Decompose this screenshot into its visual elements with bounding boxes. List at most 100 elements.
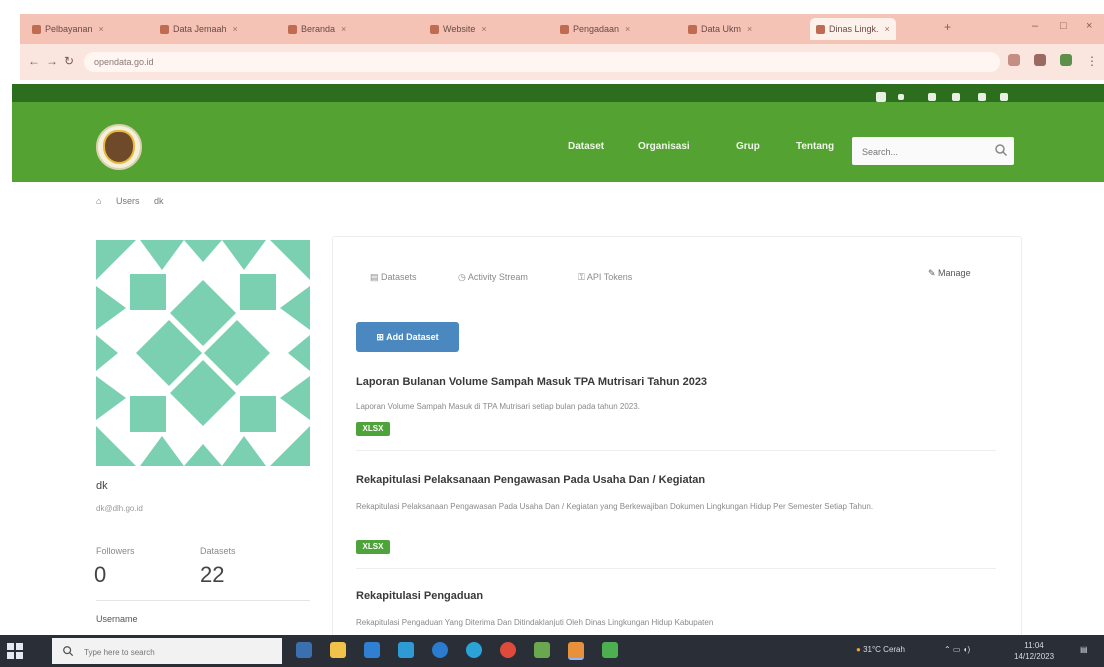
page-icon: [32, 25, 41, 35]
profile-icon[interactable]: [1060, 54, 1072, 66]
windows-start-icon[interactable]: [6, 642, 24, 660]
site-logo[interactable]: [96, 124, 142, 170]
dataset-title[interactable]: Rekapitulasi Pengaduan: [356, 590, 483, 602]
browser-tab[interactable]: Pengadaan ×: [560, 18, 630, 40]
key-icon: ⚿: [578, 272, 587, 282]
new-tab-icon[interactable]: +: [944, 20, 951, 34]
username-label: Username: [96, 614, 138, 624]
page-icon: [816, 25, 825, 35]
close-window-icon[interactable]: ×: [1086, 20, 1092, 32]
browser-tab[interactable]: Pelbayanan ×: [32, 18, 104, 40]
dropdown-icon[interactable]: [898, 94, 904, 100]
tab-activity-stream[interactable]: ◷ Activity Stream: [458, 272, 528, 283]
divider: [96, 600, 310, 601]
format-badge[interactable]: XLSX: [356, 540, 390, 554]
browser-tab[interactable]: Data Jemaah ×: [160, 18, 238, 40]
store-icon[interactable]: [398, 642, 414, 658]
close-icon[interactable]: ×: [99, 24, 104, 34]
browser-tab-bar: Pelbayanan × Data Jemaah × Beranda × Websit…: [20, 14, 1104, 44]
dataset-description: Rekapitulasi Pelaksanaan Pengawasan Pada…: [356, 502, 874, 511]
manage-button[interactable]: ✎ Manage: [928, 268, 971, 279]
twitter-icon[interactable]: [952, 93, 960, 101]
browser-tab[interactable]: Website ×: [430, 18, 487, 40]
close-icon[interactable]: ×: [481, 24, 486, 34]
profile-username: dk: [96, 480, 108, 492]
followers-label: Followers: [96, 546, 135, 556]
plus-icon: ⊞: [376, 332, 387, 342]
forward-icon[interactable]: →: [46, 54, 58, 68]
dataset-title[interactable]: Laporan Bulanan Volume Sampah Masuk TPA …: [356, 376, 707, 388]
chrome-icon[interactable]: [500, 642, 516, 658]
wrench-icon: ✎: [928, 268, 939, 278]
facebook-icon[interactable]: [928, 93, 936, 101]
breadcrumb: ⌂ Users dk: [96, 196, 176, 206]
back-icon[interactable]: ←: [28, 54, 40, 68]
address-bar-row: ← → ↻ opendata.go.id ⋮: [20, 44, 1104, 80]
breadcrumb-current: dk: [153, 196, 164, 206]
excel-icon[interactable]: [534, 642, 550, 658]
search-input[interactable]: [860, 143, 994, 161]
whatsapp-icon[interactable]: [602, 642, 618, 658]
active-app-icon[interactable]: [568, 642, 584, 660]
clock-icon: ◷: [458, 272, 468, 282]
maximize-icon[interactable]: □: [1060, 20, 1067, 32]
tab-api-tokens[interactable]: ⚿ API Tokens: [578, 272, 632, 283]
page-icon: [430, 25, 439, 35]
nav-datasets[interactable]: Dataset: [568, 141, 604, 152]
followers-count: 0: [94, 562, 107, 587]
taskbar-search-input[interactable]: [82, 644, 276, 660]
mail-icon[interactable]: [364, 642, 380, 658]
weather-icon: ●: [856, 645, 864, 654]
accessibility-icon[interactable]: [876, 92, 886, 102]
notification-icon[interactable]: ▤: [1080, 645, 1088, 654]
list-divider: [356, 450, 996, 451]
browser-tab[interactable]: Beranda ×: [288, 18, 346, 40]
edge-icon[interactable]: [432, 642, 448, 658]
task-view-icon[interactable]: [296, 642, 312, 658]
crest-icon: [103, 130, 135, 164]
search-icon: [63, 646, 74, 657]
close-icon[interactable]: ×: [233, 24, 238, 34]
close-icon[interactable]: ×: [885, 24, 890, 34]
close-icon[interactable]: ×: [747, 24, 752, 34]
datasets-count: 22: [200, 562, 225, 587]
list-divider: [356, 568, 996, 569]
browser-tab[interactable]: Data Ukm ×: [688, 18, 752, 40]
browser-tab-active[interactable]: Dinas Lingk. ×: [810, 18, 896, 40]
taskbar-search: [52, 638, 282, 664]
browser-icon[interactable]: [466, 642, 482, 658]
weather-widget[interactable]: ● 31°C Cerah: [856, 645, 905, 654]
extension-icon[interactable]: [1008, 54, 1020, 66]
dataset-description: Laporan Volume Sampah Masuk di TPA Mutri…: [356, 402, 640, 411]
format-badge[interactable]: XLSX: [356, 422, 390, 436]
dataset-icon: ▤: [370, 272, 382, 282]
datasets-label: Datasets: [200, 546, 236, 556]
extension-icon[interactable]: [1034, 54, 1046, 66]
nav-organizations[interactable]: Organisasi: [638, 141, 690, 152]
close-icon[interactable]: ×: [625, 24, 630, 34]
nav-about[interactable]: Tentang: [796, 141, 834, 152]
home-icon[interactable]: ⌂: [96, 196, 101, 206]
minimize-icon[interactable]: –: [1032, 20, 1038, 32]
add-dataset-button[interactable]: ⊞ Add Dataset: [356, 322, 459, 352]
close-icon[interactable]: ×: [341, 24, 346, 34]
nav-groups[interactable]: Grup: [736, 141, 760, 152]
instagram-icon[interactable]: [978, 93, 986, 101]
tab-datasets[interactable]: ▤ Datasets: [370, 272, 417, 283]
dataset-title[interactable]: Rekapitulasi Pelaksanaan Pengawasan Pada…: [356, 474, 705, 486]
menu-icon[interactable]: ⋮: [1086, 54, 1098, 68]
system-tray-icons[interactable]: ⌃ ▭ ◖): [944, 645, 970, 654]
breadcrumb-users[interactable]: Users: [116, 196, 140, 206]
file-explorer-icon[interactable]: [330, 642, 346, 658]
page-icon: [288, 25, 297, 35]
search-icon[interactable]: [994, 143, 1008, 157]
reload-icon[interactable]: ↻: [64, 54, 74, 68]
url-field[interactable]: opendata.go.id: [84, 52, 1000, 72]
page-icon: [160, 25, 169, 35]
dataset-description: Rekapitulasi Pengaduan Yang Diterima Dan…: [356, 618, 714, 627]
page-icon: [688, 25, 697, 35]
youtube-icon[interactable]: [1000, 93, 1008, 101]
clock[interactable]: 11:04 14/12/2023: [1014, 640, 1054, 662]
site-search: [852, 137, 1014, 165]
profile-email: dk@dlh.go.id: [96, 504, 143, 513]
